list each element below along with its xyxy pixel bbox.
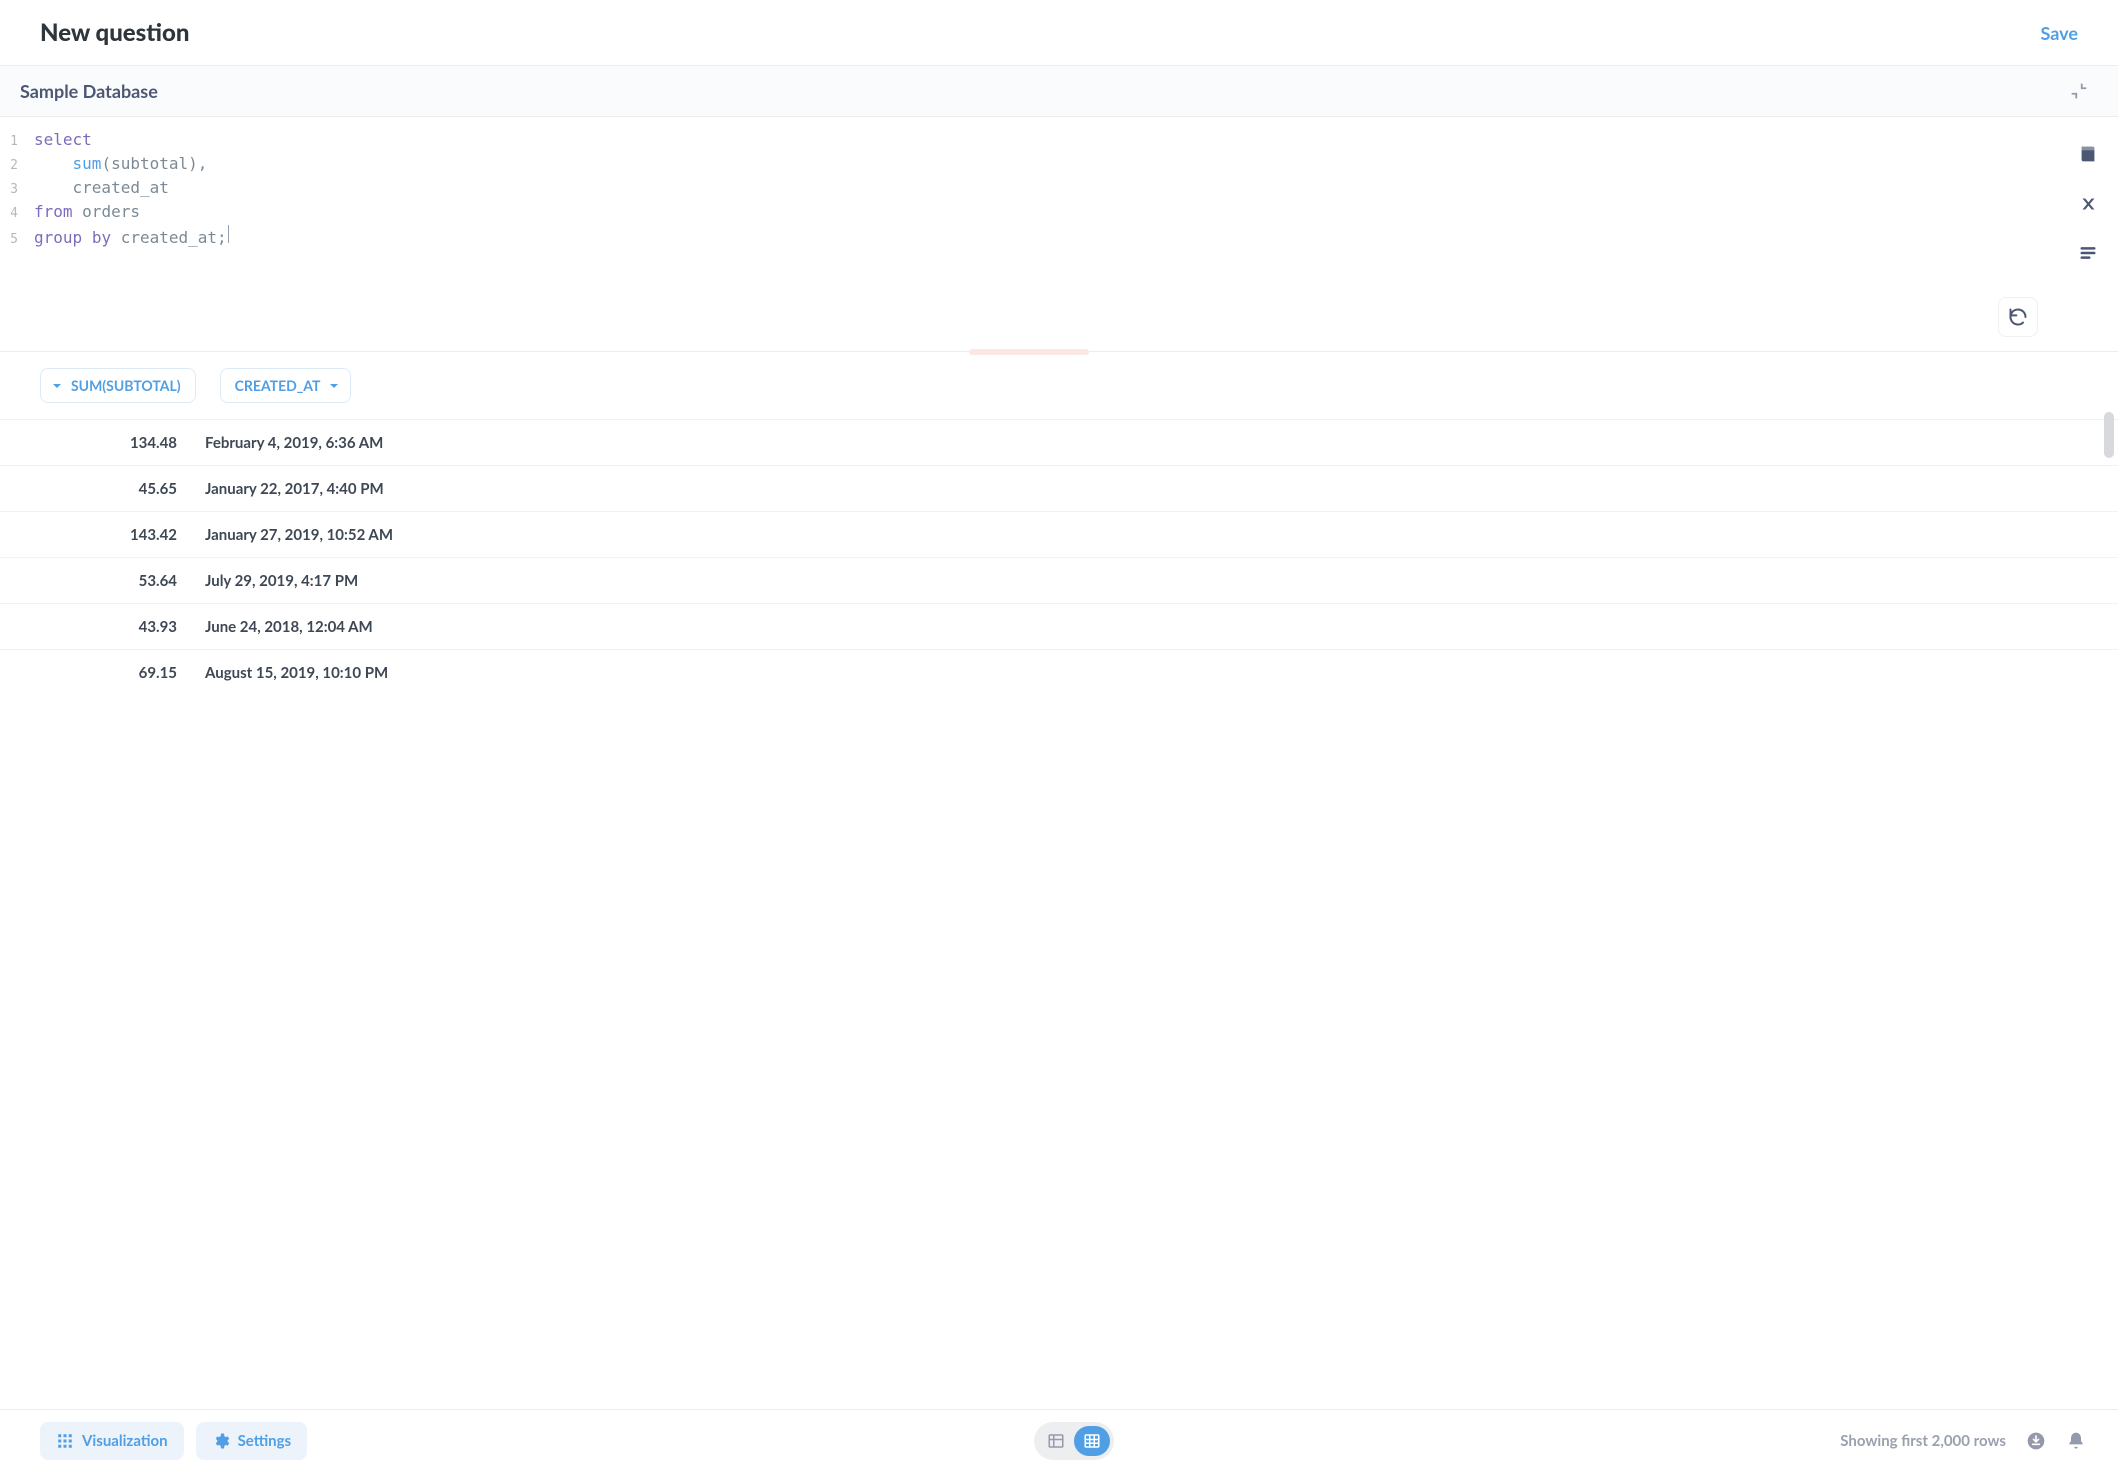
- footer-right: Showing first 2,000 rows: [1840, 1431, 2086, 1451]
- cell-created: February 4, 2019, 6:36 AM: [205, 434, 383, 452]
- column-header-label: CREATED_AT: [235, 377, 321, 394]
- footer-bar: Visualization Settings Showing first 2,0…: [0, 1409, 2118, 1472]
- line-number: 4: [0, 203, 34, 225]
- code-token: [111, 227, 121, 249]
- page-title: New question: [40, 18, 189, 47]
- table-row[interactable]: 143.42 January 27, 2019, 10:52 AM: [0, 511, 2118, 557]
- code-token: created_at: [121, 227, 217, 249]
- code-token: by: [92, 227, 111, 249]
- table-row[interactable]: 134.48 February 4, 2019, 6:36 AM: [0, 419, 2118, 465]
- download-icon[interactable]: [2026, 1431, 2046, 1451]
- cell-created: January 22, 2017, 4:40 PM: [205, 480, 384, 498]
- line-number: 2: [0, 155, 34, 177]
- cell-created: June 24, 2018, 12:04 AM: [205, 618, 373, 636]
- code-token: ;: [217, 227, 227, 249]
- line-number: 1: [0, 131, 34, 153]
- detail-view-toggle[interactable]: [1038, 1426, 1074, 1456]
- table-row[interactable]: 53.64 July 29, 2019, 4:17 PM: [0, 557, 2118, 603]
- cell-created: January 27, 2019, 10:52 AM: [205, 526, 393, 544]
- cell-sum: 134.48: [0, 434, 205, 452]
- cell-sum: 53.64: [0, 572, 205, 590]
- grid-icon: [56, 1432, 74, 1450]
- header-bar: New question Save: [0, 0, 2118, 66]
- cell-sum: 143.42: [0, 526, 205, 544]
- code-token: subtotal: [111, 153, 188, 175]
- results-scrollbar[interactable]: [2104, 412, 2114, 458]
- table-icon: [1083, 1432, 1101, 1450]
- visualization-label: Visualization: [82, 1432, 168, 1450]
- table-row[interactable]: 45.65 January 22, 2017, 4:40 PM: [0, 465, 2118, 511]
- cell-sum: 69.15: [0, 664, 205, 682]
- column-header-created-at[interactable]: CREATED_AT: [220, 368, 352, 403]
- table-row[interactable]: 69.15 August 15, 2019, 10:10 PM: [0, 649, 2118, 695]
- code-token: from: [34, 201, 73, 223]
- chevron-down-icon: [51, 380, 63, 392]
- row-count: Showing first 2,000 rows: [1840, 1432, 2006, 1450]
- database-select[interactable]: Sample Database: [20, 80, 158, 102]
- bell-icon[interactable]: [2066, 1431, 2086, 1451]
- column-header-sum[interactable]: SUM(SUBTOTAL): [40, 368, 196, 403]
- code-token: (: [101, 153, 111, 175]
- results-panel: SUM(SUBTOTAL) CREATED_AT 134.48 February…: [0, 352, 2118, 1409]
- app-root: New question Save Sample Database 1 sele…: [0, 0, 2118, 1472]
- run-query-button[interactable]: [1998, 297, 2038, 337]
- data-reference-icon[interactable]: [2077, 143, 2099, 165]
- chevron-down-icon: [328, 380, 340, 392]
- code-token: [34, 177, 73, 199]
- list-icon: [1047, 1432, 1065, 1450]
- native-query-editor: Sample Database 1 select 2 sum(subtotal)…: [0, 66, 2118, 352]
- footer-left: Visualization Settings: [40, 1422, 307, 1460]
- save-button[interactable]: Save: [2040, 22, 2078, 44]
- view-mode-toggle: [1034, 1422, 1114, 1460]
- code-token: select: [34, 129, 92, 151]
- settings-button[interactable]: Settings: [196, 1422, 308, 1460]
- cell-sum: 43.93: [0, 618, 205, 636]
- cell-created: July 29, 2019, 4:17 PM: [205, 572, 358, 590]
- code-token: [82, 227, 92, 249]
- gear-icon: [212, 1432, 230, 1450]
- editor-cursor: [228, 225, 229, 243]
- code-token: group: [34, 227, 82, 249]
- editor-body: 1 select 2 sum(subtotal), 3 created_at 4…: [0, 117, 2118, 351]
- snippets-icon[interactable]: [2077, 243, 2099, 263]
- code-token: created_at: [73, 177, 169, 199]
- line-number: 3: [0, 179, 34, 201]
- code-token: ),: [188, 153, 207, 175]
- code-token: [34, 153, 73, 175]
- cell-created: August 15, 2019, 10:10 PM: [205, 664, 388, 682]
- editor-sidebar: [2058, 117, 2118, 351]
- cell-sum: 45.65: [0, 480, 205, 498]
- settings-label: Settings: [238, 1432, 292, 1450]
- table-view-toggle[interactable]: [1074, 1426, 1110, 1456]
- code-token: orders: [82, 201, 140, 223]
- table-row[interactable]: 43.93 June 24, 2018, 12:04 AM: [0, 603, 2118, 649]
- column-header-label: SUM(SUBTOTAL): [71, 377, 181, 394]
- code-token: [73, 201, 83, 223]
- results-table: 134.48 February 4, 2019, 6:36 AM 45.65 J…: [0, 419, 2118, 695]
- column-headers: SUM(SUBTOTAL) CREATED_AT: [0, 352, 2118, 419]
- variables-icon[interactable]: [2077, 193, 2099, 215]
- visualization-button[interactable]: Visualization: [40, 1422, 184, 1460]
- sql-editor[interactable]: 1 select 2 sum(subtotal), 3 created_at 4…: [0, 117, 2058, 351]
- line-number: 5: [0, 229, 34, 251]
- contract-editor-icon[interactable]: [2068, 80, 2090, 102]
- code-token: sum: [73, 153, 102, 175]
- database-selector-row: Sample Database: [0, 66, 2118, 117]
